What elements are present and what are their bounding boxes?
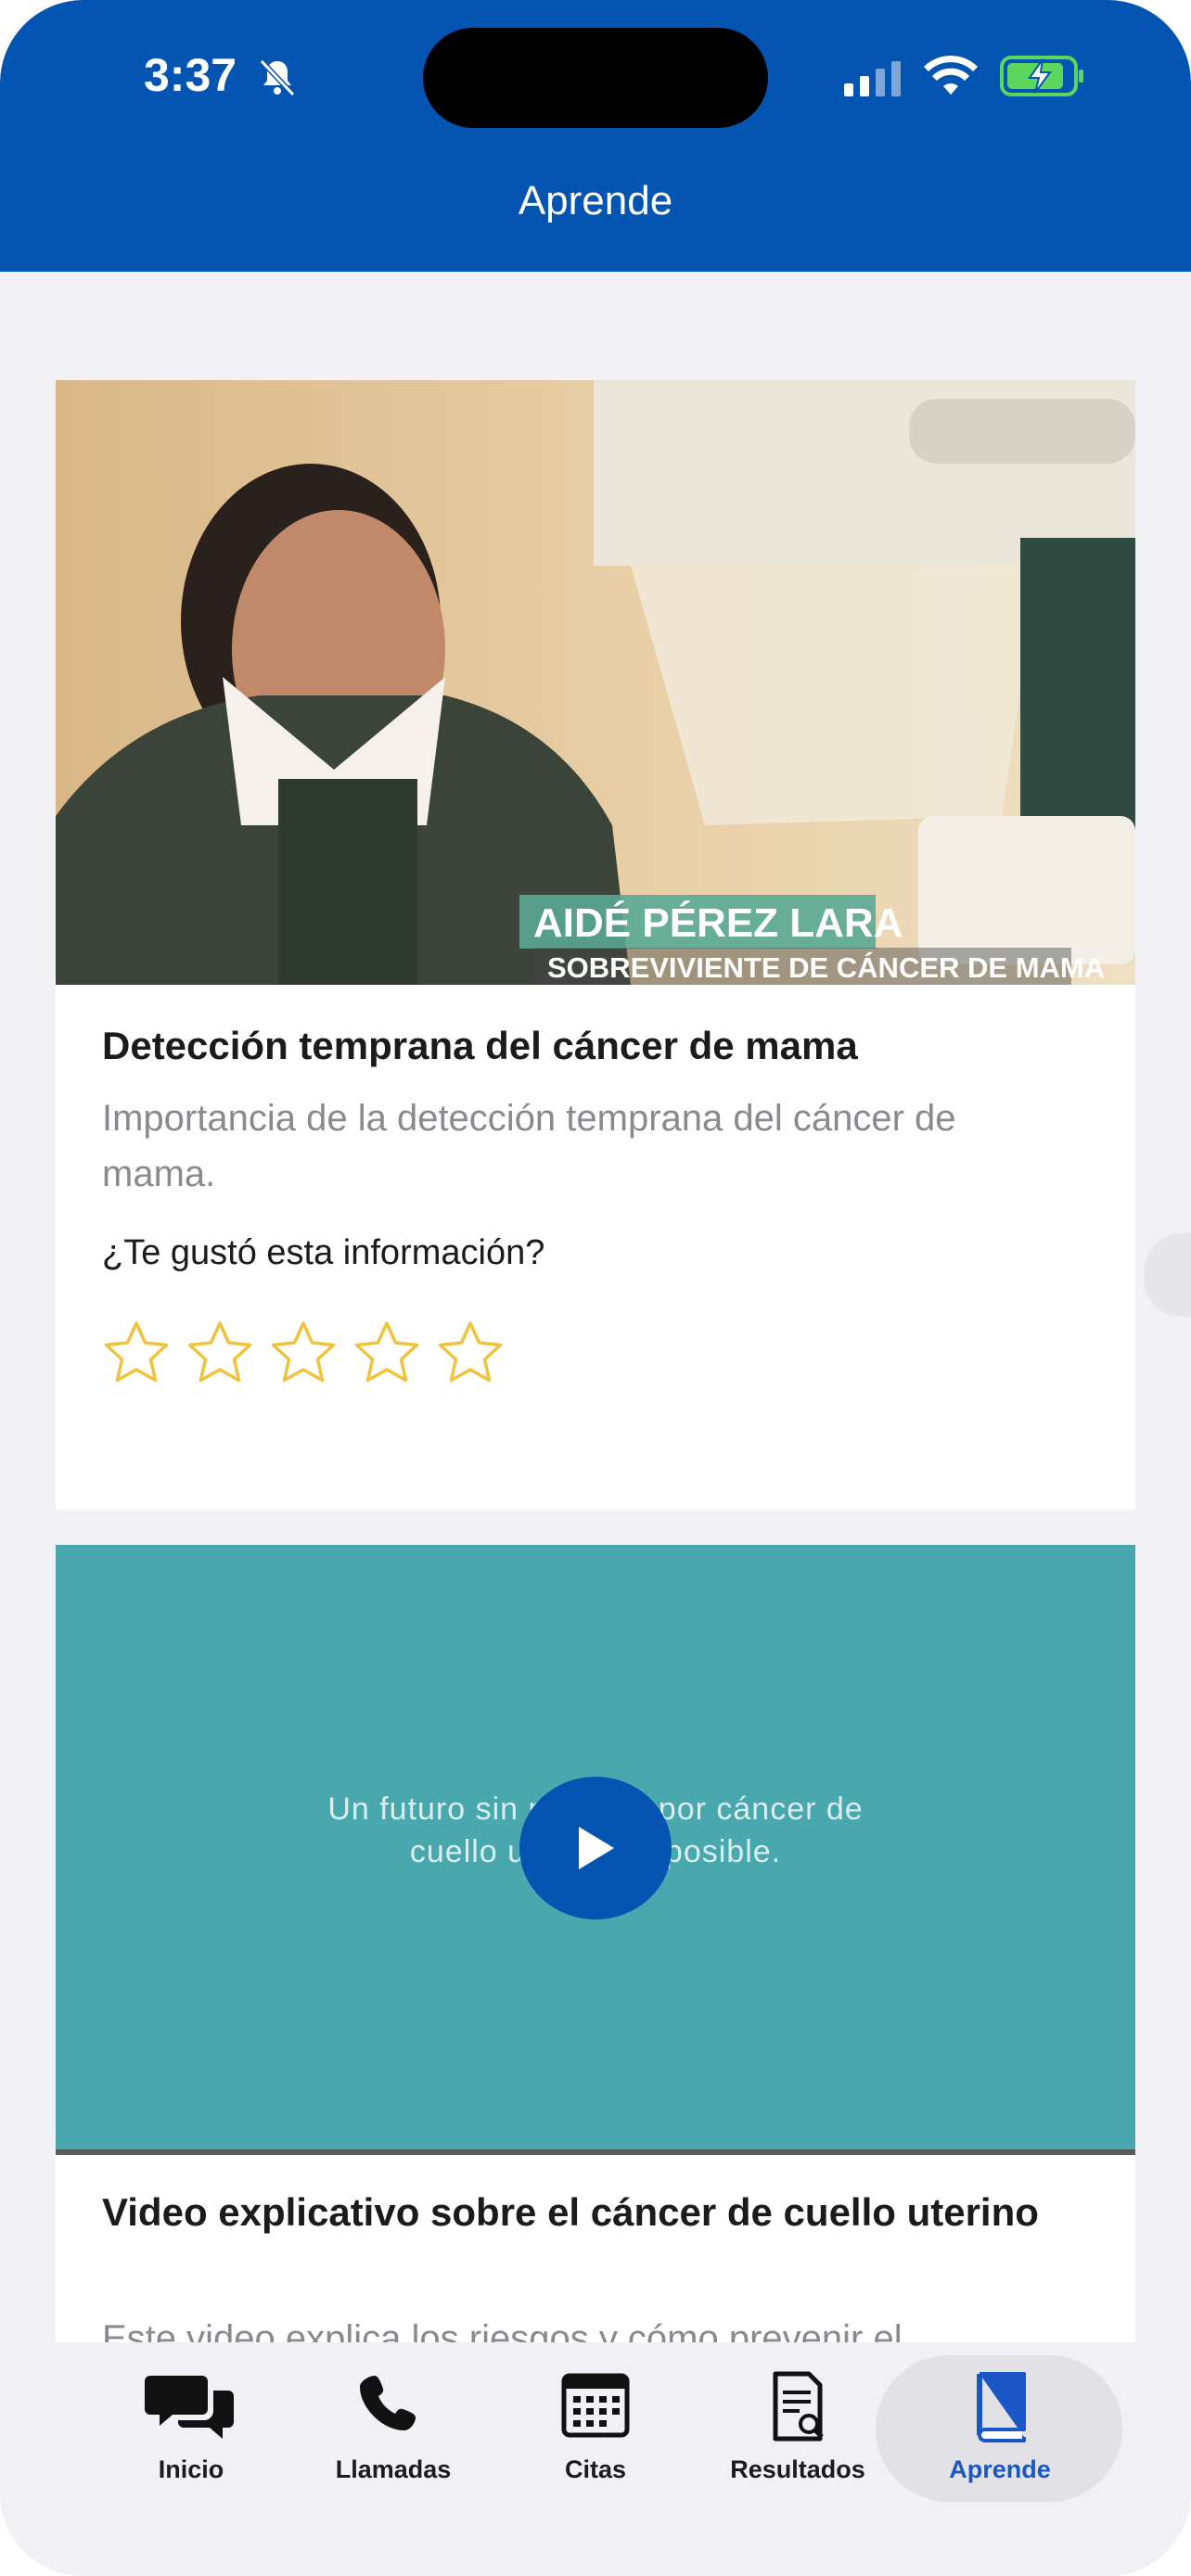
status-time: 3:37 [144, 49, 237, 101]
phone-icon [360, 2376, 416, 2430]
silent-bell-icon [259, 58, 296, 97]
tab-citas[interactable]: Citas [503, 2370, 688, 2519]
tab-label: Citas [564, 2455, 627, 2483]
side-handle[interactable] [1145, 1233, 1191, 1317]
tab-label: Aprende [949, 2455, 1051, 2483]
tab-aprende[interactable]: Aprende [907, 2370, 1093, 2519]
card-description: Este video explica los riesgos y cómo pr… [102, 2318, 903, 2342]
tab-label: Inicio [158, 2455, 224, 2483]
calendar-icon [561, 2373, 630, 2438]
card-title: Detección temprana del cáncer de mama [102, 1024, 858, 1067]
tab-label: Resultados [730, 2455, 865, 2483]
card-description: Importancia de la detección temprana del… [102, 1098, 956, 1194]
phone-screen: 3:37 Aprende AIDÉ PÉREZ LARA SOBREVIVIEN… [0, 0, 1191, 2576]
tab-inicio[interactable]: Inicio [98, 2370, 284, 2519]
book-icon [977, 2372, 1026, 2442]
star-icon[interactable] [186, 1319, 254, 1387]
tab-label: Llamadas [335, 2455, 452, 2483]
cellular-signal-icon [844, 61, 901, 96]
battery-charging-icon [1000, 56, 1083, 96]
wifi-icon [924, 55, 978, 95]
star-icon[interactable] [352, 1319, 421, 1387]
document-search-icon [773, 2371, 824, 2442]
app-header: 3:37 Aprende [0, 0, 1191, 272]
video-progress-bar[interactable] [56, 2149, 1135, 2155]
tab-llamadas[interactable]: Llamadas [301, 2370, 486, 2519]
video-thumbnail[interactable]: AIDÉ PÉREZ LARA SOBREVIVIENTE DE CÁNCER … [56, 380, 1135, 985]
rating-question: ¿Te gustó esta información? [102, 1233, 545, 1272]
chat-bubbles-icon [145, 2376, 234, 2439]
page-title: Aprende [518, 178, 673, 223]
star-icon[interactable] [269, 1319, 338, 1387]
tab-resultados[interactable]: Resultados [705, 2370, 890, 2519]
video-player[interactable]: Un futuro sin muertes por cáncer de cuel… [56, 1545, 1135, 2149]
play-button[interactable] [519, 1777, 672, 1919]
dynamic-island [423, 28, 768, 128]
play-icon [579, 1827, 614, 1869]
content-card[interactable]: AIDÉ PÉREZ LARA SOBREVIVIENTE DE CÁNCER … [56, 380, 1135, 1510]
card-title: Video explicativo sobre el cáncer de cue… [102, 2190, 1039, 2234]
video-caption-role: SOBREVIVIENTE DE CÁNCER DE MAMA [547, 951, 1105, 984]
video-caption-name: AIDÉ PÉREZ LARA [533, 899, 903, 946]
content-card[interactable]: Un futuro sin muertes por cáncer de cuel… [56, 1545, 1135, 2342]
star-icon[interactable] [102, 1319, 171, 1387]
star-rating[interactable] [102, 1319, 505, 1387]
star-icon[interactable] [436, 1319, 505, 1387]
